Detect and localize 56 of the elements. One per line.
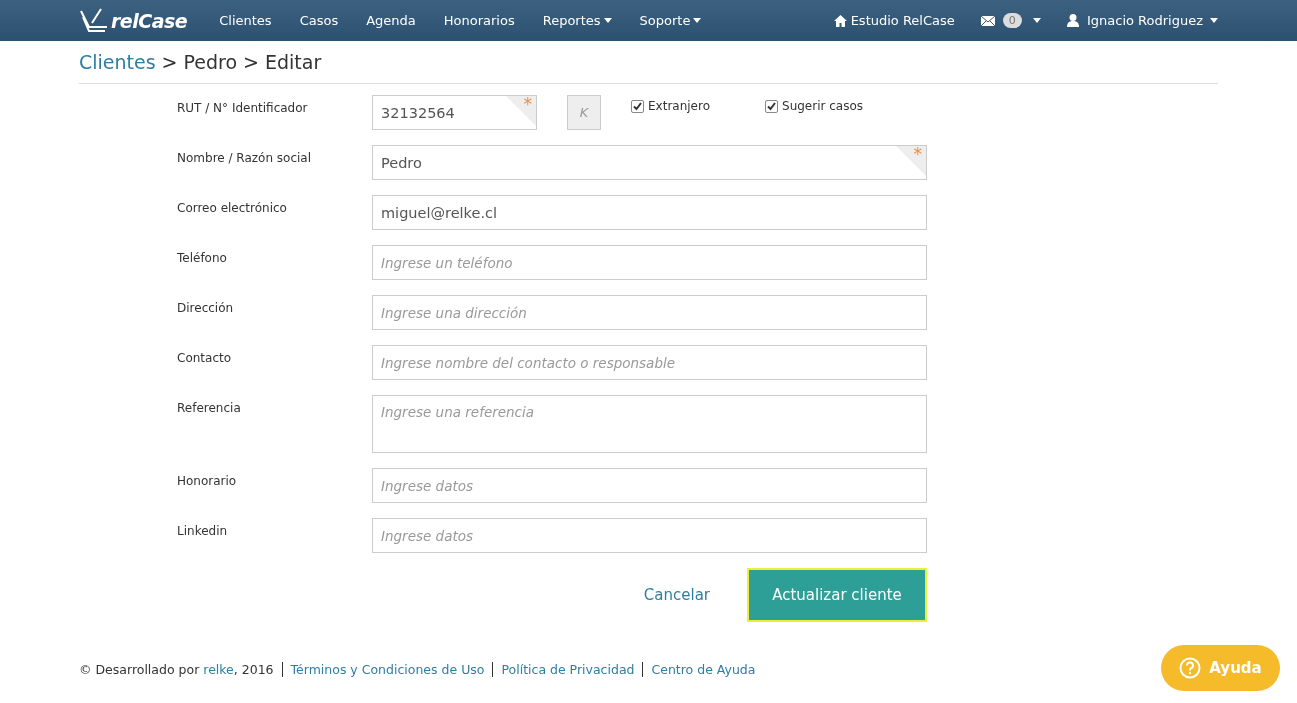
text-area[interactable]: Ingrese una referencia xyxy=(372,395,927,453)
office-link[interactable]: Estudio RelCase xyxy=(833,13,955,28)
field-label: Referencia xyxy=(177,400,242,417)
checkbox-label: Extranjero xyxy=(648,99,710,113)
input-field[interactable]: Ingrese nombre del contacto o responsable xyxy=(372,345,927,380)
input-field[interactable]: miguel@relke.cl xyxy=(372,195,927,230)
check-digit-field[interactable]: K xyxy=(567,95,601,130)
footer-link[interactable]: Política de Privacidad xyxy=(492,662,643,677)
breadcrumb-separator: > xyxy=(161,51,178,73)
home-icon xyxy=(833,14,847,27)
input-field[interactable]: Ingrese una dirección xyxy=(372,295,927,330)
nav-link[interactable]: Soporte xyxy=(625,13,716,28)
field-label: RUT / N° Identificador xyxy=(177,100,309,117)
field-label: Nombre / Razón social xyxy=(177,150,313,167)
relke-link[interactable]: relke xyxy=(203,662,234,677)
field-label: Correo electrónico xyxy=(177,200,288,217)
nav-link[interactable]: Honorarios xyxy=(429,13,529,28)
required-mark: * xyxy=(913,144,922,164)
brand-logo[interactable]: relCase xyxy=(79,6,188,35)
input-field[interactable]: 32132564 * xyxy=(372,95,537,130)
breadcrumb-item: Pedro xyxy=(183,51,238,73)
messages-menu[interactable]: 0 xyxy=(980,13,1041,28)
footer-credit: © Desarrollado por relke, 2016 xyxy=(79,662,275,677)
nav-link[interactable]: Clientes xyxy=(205,13,286,28)
update-button[interactable]: Actualizar cliente xyxy=(747,568,927,622)
input-field[interactable]: Ingrese datos xyxy=(372,518,927,553)
footer-link[interactable]: Centro de Ayuda xyxy=(642,662,764,677)
field-label: Honorario xyxy=(177,473,238,490)
cancel-link[interactable]: Cancelar xyxy=(637,585,716,605)
message-count: 0 xyxy=(1002,13,1022,28)
caret-icon xyxy=(693,18,702,23)
field-label: Linkedin xyxy=(177,523,229,540)
nav-link[interactable]: Agenda xyxy=(352,13,430,28)
nav-link[interactable]: Reportes xyxy=(528,13,626,28)
field-label: Contacto xyxy=(177,350,233,367)
breadcrumb-link[interactable]: Clientes xyxy=(79,51,156,73)
breadcrumb-item: Editar xyxy=(265,51,322,73)
user-icon xyxy=(1066,14,1079,27)
input-field[interactable]: Ingrese un teléfono xyxy=(372,245,927,280)
caret-icon xyxy=(1032,18,1041,23)
required-mark: * xyxy=(523,94,532,114)
input-field[interactable]: Ingrese datos xyxy=(372,468,927,503)
checkbox-label: Sugerir casos xyxy=(782,99,864,113)
breadcrumb-separator: > xyxy=(243,51,259,73)
caret-icon xyxy=(603,18,612,23)
checkbox[interactable] xyxy=(631,99,644,113)
user-menu[interactable]: Ignacio Rodriguez xyxy=(1066,13,1218,28)
checkbox[interactable] xyxy=(765,99,778,113)
footer-link[interactable]: Términos y Condiciones de Uso xyxy=(281,662,493,677)
question-icon xyxy=(1179,657,1202,679)
caret-icon xyxy=(1210,18,1218,23)
nav-link[interactable]: Casos xyxy=(285,13,353,28)
field-label: Dirección xyxy=(177,300,235,317)
input-field[interactable]: Pedro * xyxy=(372,145,927,180)
field-label: Teléfono xyxy=(177,250,228,267)
envelope-icon xyxy=(980,15,995,26)
